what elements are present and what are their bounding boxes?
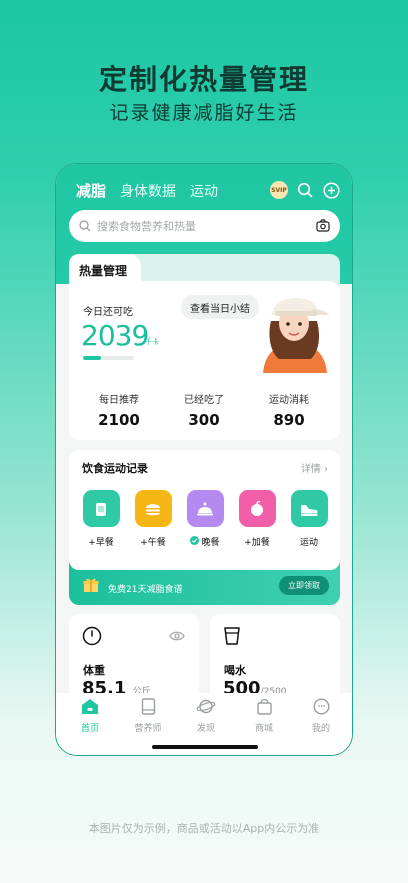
stat-recommended: 每日推荐 2100 — [98, 395, 140, 429]
phone-mockup: 减脂 身体数据 运动 SVIP 搜索食物营养和热量 热量管理 今日还可吃 203… — [55, 163, 353, 756]
calorie-management-section: 热量管理 今日还可吃 2039 千卡 查看当日小结 每日推荐 2100 已经吃了… — [69, 254, 340, 440]
breakfast-button[interactable]: +早餐 — [75, 490, 127, 548]
remaining-unit: 千卡 — [145, 338, 159, 346]
claim-button[interactable]: 立即领取 — [279, 576, 329, 595]
search-bar[interactable]: 搜索食物营养和热量 — [69, 210, 340, 242]
calorie-card[interactable]: 今日还可吃 2039 千卡 查看当日小结 每日推荐 2100 已经吃了 300 … — [69, 281, 340, 440]
tab-fat-loss[interactable]: 减脂 — [76, 180, 106, 201]
remaining-label: 今日还可吃 — [83, 307, 133, 318]
nav-nutritionist[interactable]: 营养师 — [123, 698, 173, 734]
add-icon[interactable] — [322, 181, 340, 199]
snack-button[interactable]: +加餐 — [231, 490, 283, 548]
check-circle-icon — [190, 535, 200, 548]
sneaker-icon — [290, 490, 328, 527]
top-tabs: 减脂 身体数据 运动 — [76, 180, 218, 201]
profile-icon — [312, 698, 330, 719]
home-icon — [81, 699, 99, 719]
search-input[interactable]: 搜索食物营养和热量 — [97, 218, 316, 234]
header-actions: SVIP — [270, 181, 340, 199]
burger-icon — [134, 490, 172, 527]
search-icon[interactable] — [296, 181, 314, 199]
gift-icon — [83, 577, 99, 597]
promo-text: 免费21天减脂食谱 — [108, 585, 183, 595]
tab-body-data[interactable]: 身体数据 — [120, 181, 176, 201]
stat-eaten: 已经吃了 300 — [184, 395, 224, 429]
home-indicator — [152, 745, 258, 749]
dinner-button[interactable]: 晚餐 — [179, 490, 231, 548]
hero-subtitle: 记录健康减脂好生活 — [109, 102, 299, 124]
nav-home[interactable]: 首页 — [65, 698, 115, 734]
diet-exercise-card: 饮食运动记录 详情 › +早餐 +午餐 晚餐 +加餐 运动 — [69, 450, 340, 570]
daily-summary-bubble[interactable]: 查看当日小结 — [181, 295, 259, 319]
scale-icon — [82, 626, 102, 650]
calorie-tab-label: 热量管理 — [69, 254, 141, 284]
nav-discover[interactable]: 发现 — [181, 698, 231, 734]
camera-icon[interactable] — [316, 217, 330, 236]
stat-burned: 运动消耗 890 — [269, 395, 309, 429]
book-icon — [140, 698, 157, 719]
cup-icon — [223, 626, 241, 650]
lunch-button[interactable]: +午餐 — [127, 490, 179, 548]
weight-label: 体重 — [83, 664, 105, 677]
search-icon — [79, 217, 91, 236]
diet-exercise-title: 饮食运动记录 — [82, 462, 148, 475]
water-label: 喝水 — [224, 664, 246, 677]
eye-icon[interactable] — [169, 627, 185, 646]
disclaimer-note: 本图片仅为示例，商品或活动以App内公示为准 — [88, 822, 320, 835]
svip-badge[interactable]: SVIP — [270, 181, 288, 199]
nav-mall[interactable]: 商城 — [239, 698, 289, 734]
tab-exercise[interactable]: 运动 — [190, 181, 218, 201]
nav-profile[interactable]: 我的 — [296, 698, 346, 734]
woman-avatar-illustration — [257, 281, 333, 373]
remaining-calories: 2039 — [81, 319, 149, 352]
calorie-progress-bar — [83, 356, 134, 360]
exercise-button[interactable]: 运动 — [283, 490, 335, 548]
cloche-icon — [186, 490, 224, 527]
diet-exercise-section: 免费21天减脂食谱 立即领取 饮食运动记录 详情 › +早餐 +午餐 晚餐 +加… — [69, 450, 340, 605]
bag-icon — [256, 698, 273, 719]
fruit-icon — [238, 490, 276, 527]
chevron-right-icon: › — [324, 464, 328, 475]
hero-title: 定制化热量管理 — [98, 63, 309, 96]
details-link[interactable]: 详情 › — [301, 460, 328, 475]
planet-icon — [196, 699, 216, 719]
breakfast-icon — [82, 490, 120, 527]
